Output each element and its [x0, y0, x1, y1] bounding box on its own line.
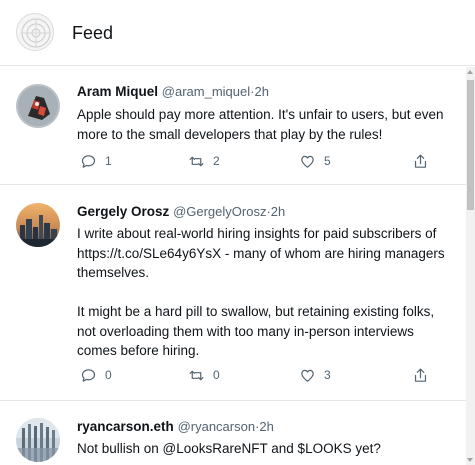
tweet-actions: 0 0 3 [77, 366, 447, 384]
tweet-header: Aram Miquel @aram_miquel·2h [77, 83, 269, 101]
tweet-time[interactable]: 2h [259, 419, 273, 434]
avatar[interactable] [16, 418, 60, 462]
retweet-button[interactable]: 2 [188, 152, 220, 170]
tweet-feed[interactable]: Aram Miquel @aram_miquel·2h Apple should… [0, 67, 466, 465]
tweet-text: Apple should pay more attention. It's un… [77, 107, 448, 142]
page-title: Feed [72, 23, 114, 43]
heart-icon [301, 155, 314, 168]
scroll-up-arrow-icon[interactable] [467, 70, 473, 74]
author-name[interactable]: ryancarson.eth [77, 419, 174, 434]
reply-count: 1 [105, 154, 112, 168]
feed-scrollbar[interactable] [466, 67, 475, 465]
tweet-actions: 1 2 5 [77, 152, 447, 170]
like-count: 5 [324, 154, 331, 168]
share-icon [414, 368, 427, 382]
share-button[interactable] [412, 366, 429, 384]
author-handle[interactable]: @GergelyOrosz [173, 204, 266, 219]
feed-header: Feed [0, 0, 475, 66]
tweet-time[interactable]: 2h [271, 204, 285, 219]
reply-icon [81, 154, 96, 168]
share-button[interactable] [412, 152, 429, 170]
reply-icon [81, 368, 96, 382]
like-button[interactable]: 5 [299, 152, 331, 170]
tweet-text: I write about real-world hiring insights… [77, 226, 445, 358]
author-name[interactable]: Aram Miquel [77, 84, 158, 99]
tweet[interactable]: Gergely Orosz @GergelyOrosz·2h I write a… [0, 185, 466, 401]
reply-button[interactable]: 1 [80, 152, 112, 170]
retweet-count: 0 [213, 368, 220, 382]
like-button[interactable]: 3 [299, 366, 331, 384]
retweet-icon [189, 370, 204, 380]
tweet[interactable]: Aram Miquel @aram_miquel·2h Apple should… [0, 67, 466, 185]
scroll-down-arrow-icon[interactable] [467, 458, 473, 462]
tweet-time[interactable]: 2h [254, 84, 268, 99]
retweet-button[interactable]: 0 [188, 366, 220, 384]
author-handle[interactable]: @aram_miquel [162, 84, 250, 99]
author-name[interactable]: Gergely Orosz [77, 204, 169, 219]
heart-icon [301, 369, 314, 382]
scrollbar-thumb[interactable] [467, 80, 474, 210]
like-count: 3 [324, 368, 331, 382]
author-handle[interactable]: @ryancarson [178, 419, 256, 434]
share-icon [414, 154, 427, 168]
tweet-header: Gergely Orosz @GergelyOrosz·2h [77, 203, 285, 221]
retweet-count: 2 [213, 154, 220, 168]
tweet-header: ryancarson.eth @ryancarson·2h [77, 418, 274, 436]
tweet-text: Not bullish on @LooksRareNFT and $LOOKS … [77, 441, 381, 456]
retweet-icon [189, 156, 204, 166]
reply-button[interactable]: 0 [80, 366, 112, 384]
avatar[interactable] [16, 203, 60, 247]
app-logo-icon [16, 13, 54, 51]
avatar[interactable] [16, 84, 60, 128]
reply-count: 0 [105, 368, 112, 382]
tweet[interactable]: ryancarson.eth @ryancarson·2h Not bullis… [0, 401, 466, 465]
